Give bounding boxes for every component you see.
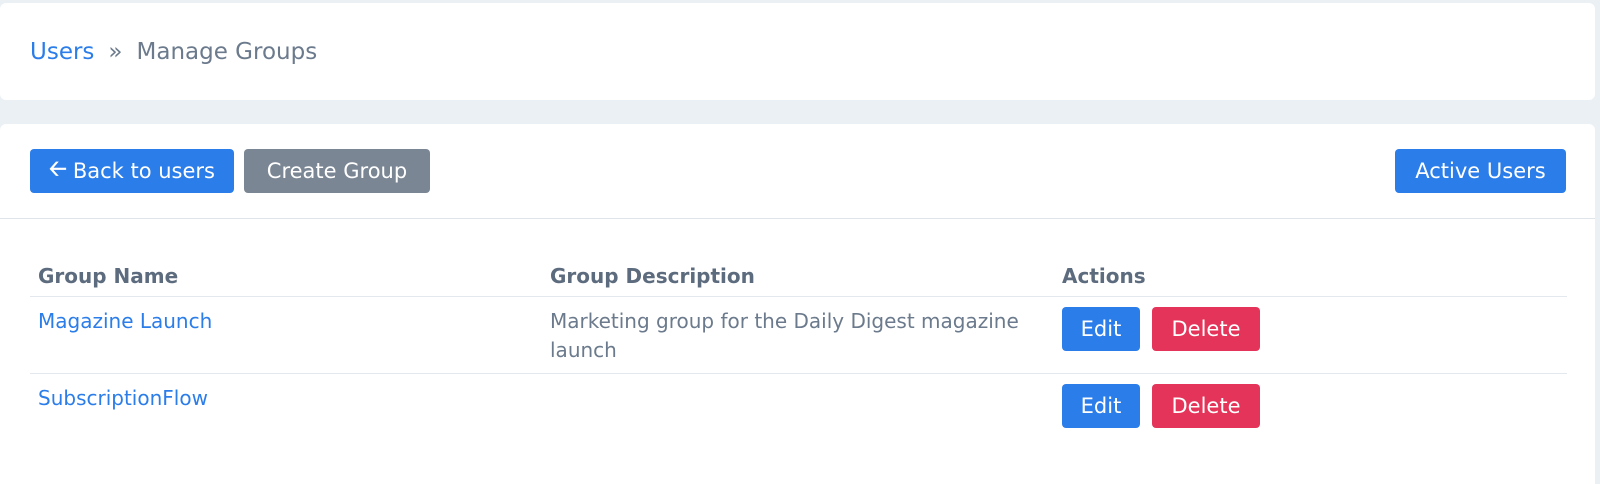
delete-button[interactable]: Delete bbox=[1152, 383, 1260, 428]
group-name-link[interactable]: Magazine Launch bbox=[38, 309, 212, 333]
header-group-name: Group Name bbox=[30, 252, 542, 297]
breadcrumb-current: Manage Groups bbox=[136, 39, 318, 65]
table-row: Magazine Launch Marketing group for the … bbox=[30, 296, 1567, 374]
header-actions: Actions bbox=[1054, 252, 1567, 297]
header-group-description: Group Description bbox=[542, 252, 1054, 297]
breadcrumb-card: Users » Manage Groups bbox=[0, 3, 1595, 100]
edit-button[interactable]: Edit bbox=[1062, 306, 1140, 351]
arrow-left-icon: 🡠 bbox=[49, 157, 67, 182]
group-actions-cell: Edit Delete bbox=[1054, 296, 1567, 374]
row-actions: Edit Delete bbox=[1062, 306, 1559, 363]
group-name-cell: SubscriptionFlow bbox=[30, 373, 542, 448]
groups-card: 🡠 Back to users Create Group Active User… bbox=[0, 124, 1595, 484]
active-users-button[interactable]: Active Users bbox=[1395, 149, 1566, 193]
back-to-users-button[interactable]: 🡠 Back to users bbox=[30, 149, 234, 193]
breadcrumb-separator: » bbox=[108, 39, 123, 65]
create-group-button[interactable]: Create Group bbox=[244, 149, 430, 193]
row-actions: Edit Delete bbox=[1062, 383, 1559, 440]
group-description-cell: Marketing group for the Daily Digest mag… bbox=[542, 296, 1054, 374]
breadcrumb-users-link[interactable]: Users bbox=[30, 39, 94, 65]
groups-table: Group Name Group Description Actions Mag… bbox=[30, 252, 1567, 448]
table-row: SubscriptionFlow Edit Delete bbox=[30, 373, 1567, 448]
group-name-link[interactable]: SubscriptionFlow bbox=[38, 386, 208, 410]
group-description-cell bbox=[542, 373, 1054, 448]
breadcrumb: Users » Manage Groups bbox=[30, 39, 317, 65]
toolbar: 🡠 Back to users Create Group Active User… bbox=[0, 124, 1595, 219]
edit-button[interactable]: Edit bbox=[1062, 383, 1140, 428]
table-header-row: Group Name Group Description Actions bbox=[30, 252, 1567, 297]
back-to-users-label: Back to users bbox=[72, 159, 215, 183]
group-name-cell: Magazine Launch bbox=[30, 296, 542, 374]
delete-button[interactable]: Delete bbox=[1152, 306, 1260, 351]
group-actions-cell: Edit Delete bbox=[1054, 373, 1567, 448]
